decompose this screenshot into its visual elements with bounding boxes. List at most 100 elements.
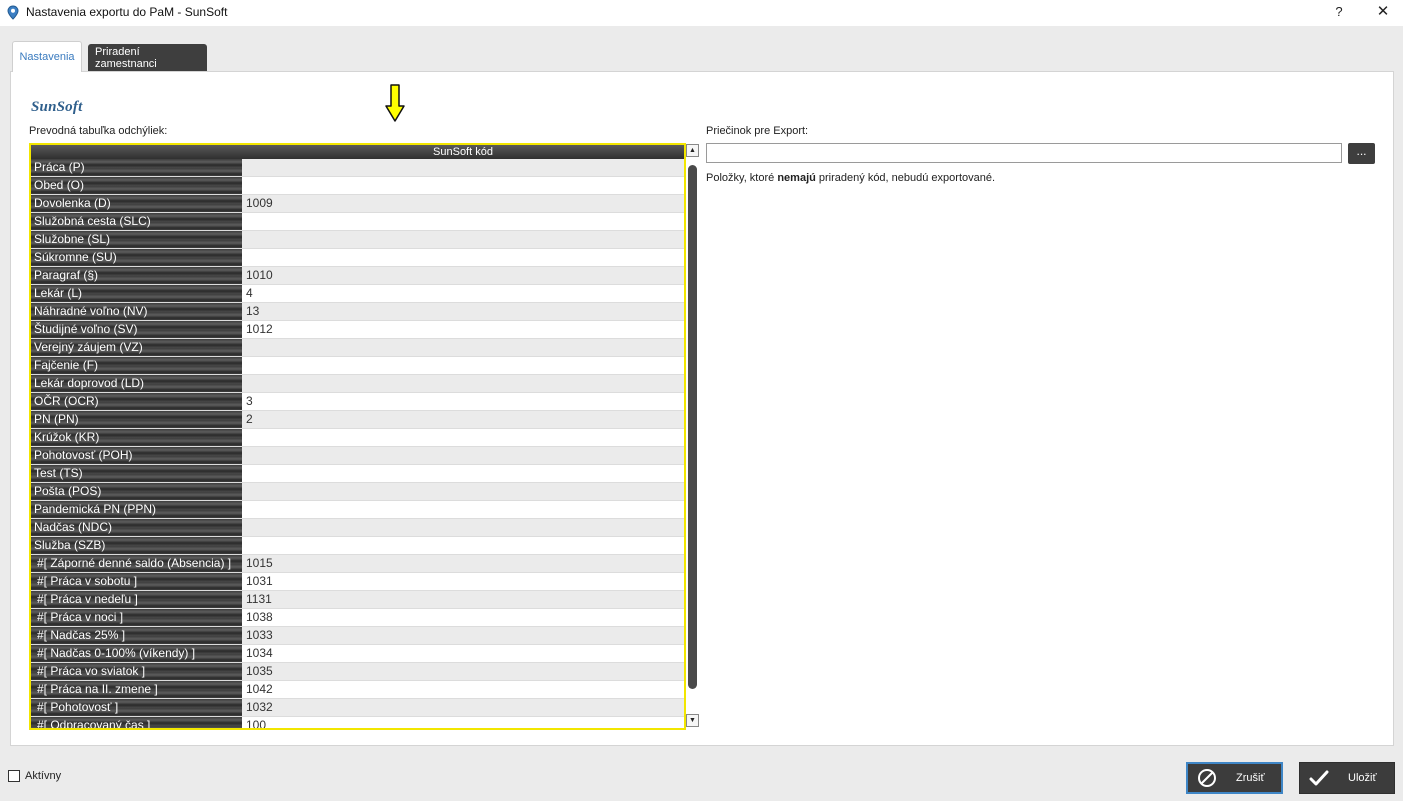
code-cell[interactable] (242, 519, 684, 536)
code-cell[interactable] (242, 339, 684, 356)
table-row[interactable]: Verejný záujem (VZ) (31, 339, 684, 357)
code-cell[interactable]: 13 (242, 303, 684, 320)
code-cell[interactable] (242, 249, 684, 266)
code-cell[interactable]: 1033 (242, 627, 684, 644)
table-row[interactable]: Služobná cesta (SLC) (31, 213, 684, 231)
table-row[interactable]: Práca (P) (31, 159, 684, 177)
cancel-button-label: Zrušiť (1236, 772, 1265, 784)
table-row[interactable]: Pandemická PN (PPN) (31, 501, 684, 519)
table-row[interactable]: #[ Záporné denné saldo (Absencia) ] 1015 (31, 555, 684, 573)
table-scrollbar[interactable]: ▲ ▼ (686, 144, 699, 729)
code-cell[interactable]: 1034 (242, 645, 684, 662)
code-cell[interactable]: 1031 (242, 573, 684, 590)
active-checkbox[interactable] (8, 770, 20, 782)
scroll-down-button[interactable]: ▼ (686, 714, 699, 727)
row-header: Služba (SZB) (31, 537, 242, 554)
code-cell[interactable]: 3 (242, 393, 684, 410)
scroll-up-button[interactable]: ▲ (686, 144, 699, 157)
table-row[interactable]: Služobne (SL) (31, 231, 684, 249)
table-row[interactable]: Nadčas (NDC) (31, 519, 684, 537)
tab-nastavenia[interactable]: Nastavenia (12, 41, 82, 72)
code-cell[interactable]: 2 (242, 411, 684, 428)
column-header-sunsoft-code[interactable]: SunSoft kód (242, 145, 684, 159)
table-row[interactable]: OČR (OCR) 3 (31, 393, 684, 411)
close-button[interactable]: ✕ (1374, 3, 1392, 21)
table-row[interactable]: #[ Práca na II. zmene ] 1042 (31, 681, 684, 699)
table-row[interactable]: Súkromne (SU) (31, 249, 684, 267)
table-row[interactable]: PN (PN) 2 (31, 411, 684, 429)
table-row[interactable]: #[ Práca v noci ] 1038 (31, 609, 684, 627)
export-folder-label: Priečinok pre Export: (706, 125, 809, 137)
table-row[interactable]: Krúžok (KR) (31, 429, 684, 447)
row-header: #[ Odpracovaný čas ] (31, 717, 242, 728)
table-row[interactable]: #[ Nadčas 25% ] 1033 (31, 627, 684, 645)
table-row[interactable]: Paragraf (§) 1010 (31, 267, 684, 285)
table-row[interactable]: Lekár (L) 4 (31, 285, 684, 303)
table-row[interactable]: Lekár doprovod (LD) (31, 375, 684, 393)
note-text-bold: nemajú (777, 172, 816, 184)
table-row[interactable]: Test (TS) (31, 465, 684, 483)
scroll-thumb[interactable] (688, 165, 697, 689)
row-header: Práca (P) (31, 159, 242, 176)
save-button[interactable]: Uložiť (1299, 762, 1395, 794)
code-cell[interactable]: 1015 (242, 555, 684, 572)
row-header: #[ Práca v sobotu ] (31, 573, 242, 590)
code-cell[interactable] (242, 537, 684, 554)
code-cell[interactable] (242, 213, 684, 230)
row-header: Verejný záujem (VZ) (31, 339, 242, 356)
code-cell[interactable] (242, 357, 684, 374)
code-cell[interactable] (242, 159, 684, 176)
row-header: Pošta (POS) (31, 483, 242, 500)
table-row[interactable]: Dovolenka (D) 1009 (31, 195, 684, 213)
code-cell[interactable] (242, 501, 684, 518)
active-checkbox-group[interactable]: Aktívny (8, 770, 61, 782)
table-row[interactable]: Študijné voľno (SV) 1012 (31, 321, 684, 339)
row-header: Lekár (L) (31, 285, 242, 302)
code-cell[interactable] (242, 375, 684, 392)
code-cell[interactable] (242, 447, 684, 464)
code-cell[interactable] (242, 429, 684, 446)
table-row[interactable]: #[ Pohotovosť ] 1032 (31, 699, 684, 717)
code-cell[interactable]: 1012 (242, 321, 684, 338)
table-row[interactable]: Náhradné voľno (NV) 13 (31, 303, 684, 321)
row-header: Test (TS) (31, 465, 242, 482)
code-cell[interactable]: 1038 (242, 609, 684, 626)
code-cell[interactable] (242, 231, 684, 248)
checkmark-icon (1308, 767, 1330, 789)
table-row[interactable]: #[ Nadčas 0-100% (víkendy) ] 1034 (31, 645, 684, 663)
code-cell[interactable] (242, 465, 684, 482)
code-cell[interactable] (242, 177, 684, 194)
row-header: OČR (OCR) (31, 393, 242, 410)
table-row[interactable]: #[ Práca v sobotu ] 1031 (31, 573, 684, 591)
active-checkbox-label: Aktívny (25, 770, 62, 782)
code-cell[interactable]: 1032 (242, 699, 684, 716)
settings-panel: SunSoft Prevodná tabuľka odchýliek: SunS… (10, 71, 1394, 746)
code-cell[interactable]: 1010 (242, 267, 684, 284)
table-row[interactable]: Pošta (POS) (31, 483, 684, 501)
help-button[interactable]: ? (1331, 4, 1347, 19)
code-cell[interactable]: 100 (242, 717, 684, 728)
table-row[interactable]: #[ Práca v nedeľu ] 1131 (31, 591, 684, 609)
table-row[interactable]: Pohotovosť (POH) (31, 447, 684, 465)
table-body: Práca (P) Obed (O) Dovolenka (D) 1009 Služob… (31, 159, 684, 728)
code-cell[interactable]: 1042 (242, 681, 684, 698)
row-header: #[ Práca vo sviatok ] (31, 663, 242, 680)
cancel-button[interactable]: Zrušiť (1186, 762, 1283, 794)
table-row[interactable]: #[ Odpracovaný čas ] 100 (31, 717, 684, 728)
row-header: #[ Nadčas 25% ] (31, 627, 242, 644)
code-cell[interactable] (242, 483, 684, 500)
row-header: #[ Práca v nedeľu ] (31, 591, 242, 608)
table-row[interactable]: Obed (O) (31, 177, 684, 195)
conversion-table-label: Prevodná tabuľka odchýliek: (29, 125, 168, 137)
code-cell[interactable]: 1009 (242, 195, 684, 212)
conversion-table: SunSoft kód Práca (P) Obed (O) Dovolenka (… (29, 143, 686, 730)
code-cell[interactable]: 1035 (242, 663, 684, 680)
browse-folder-button[interactable]: ... (1348, 143, 1375, 164)
table-row[interactable]: #[ Práca vo sviatok ] 1035 (31, 663, 684, 681)
code-cell[interactable]: 4 (242, 285, 684, 302)
code-cell[interactable]: 1131 (242, 591, 684, 608)
export-folder-input[interactable] (706, 143, 1342, 163)
table-row[interactable]: Fajčenie (F) (31, 357, 684, 375)
tab-priradeni-zamestnanci[interactable]: Priradení zamestnanci (88, 44, 207, 72)
table-row[interactable]: Služba (SZB) (31, 537, 684, 555)
